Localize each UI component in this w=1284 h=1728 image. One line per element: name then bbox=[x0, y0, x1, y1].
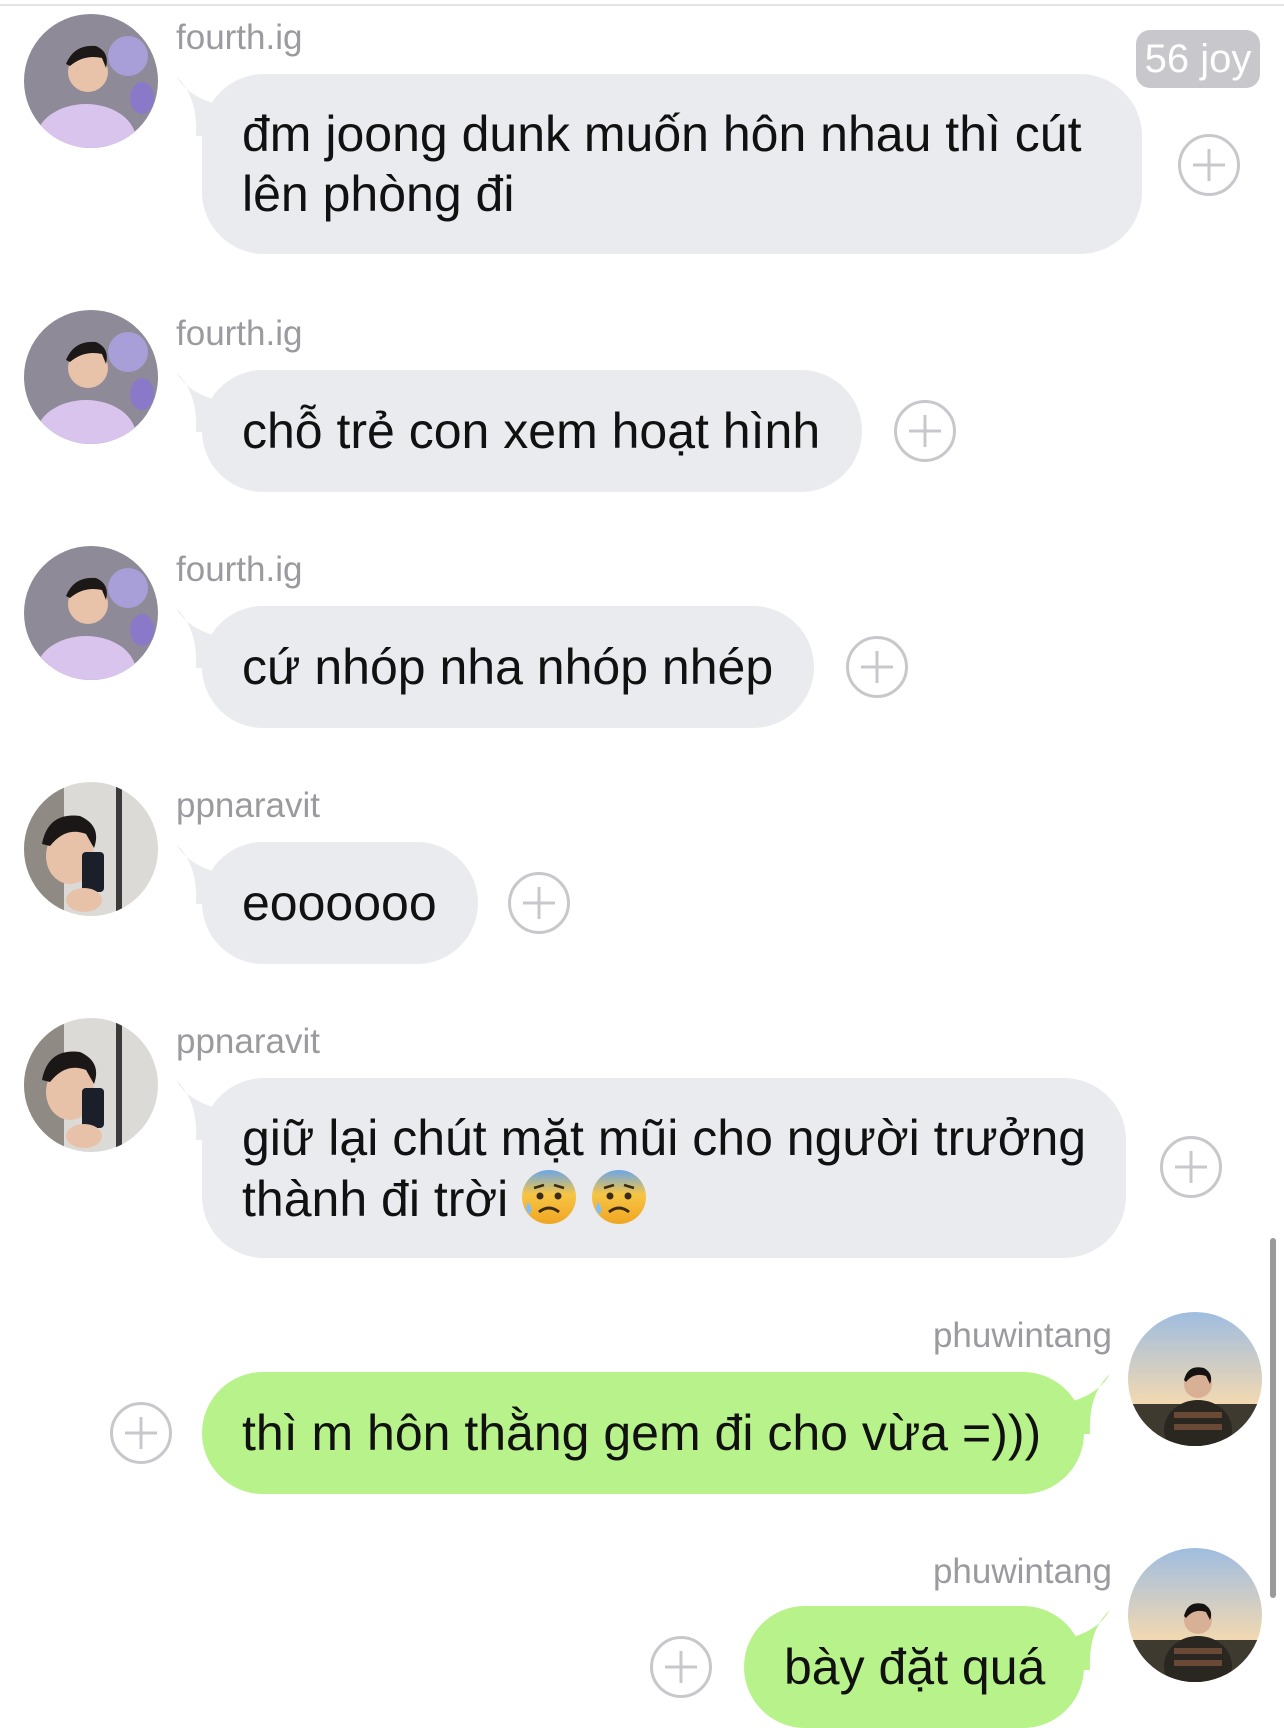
avatar-ppnaravit[interactable] bbox=[24, 782, 158, 916]
sender-name: phuwintang bbox=[932, 1316, 1112, 1355]
message-bubble[interactable]: đm joong dunk muốn hôn nhau thì cút lên … bbox=[202, 74, 1142, 254]
message-text-line: đm joong dunk muốn hôn nhau thì cút bbox=[242, 106, 1082, 162]
avatar-ppnaravit[interactable] bbox=[24, 1018, 158, 1152]
avatar-phuwintang[interactable] bbox=[1128, 1548, 1262, 1682]
anxious-face-with-sweat-emoji bbox=[520, 1168, 578, 1226]
avatar-fourth[interactable] bbox=[24, 546, 158, 680]
sender-name: ppnaravit bbox=[176, 1022, 320, 1061]
sender-name: fourth.ig bbox=[176, 314, 303, 353]
add-reaction-icon[interactable] bbox=[894, 400, 956, 462]
message-text-line: bày đặt quá bbox=[784, 1639, 1046, 1695]
add-reaction-icon[interactable] bbox=[1160, 1136, 1222, 1198]
message-text-line: thành đi trời bbox=[242, 1168, 648, 1229]
add-reaction-icon[interactable] bbox=[508, 872, 570, 934]
add-reaction-icon[interactable] bbox=[110, 1402, 172, 1464]
sender-name: fourth.ig bbox=[176, 18, 303, 57]
anxious-face-with-sweat-emoji bbox=[590, 1168, 648, 1226]
message-bubble[interactable]: giữ lại chút mặt mũi cho người trưởng th… bbox=[202, 1078, 1126, 1258]
add-reaction-icon[interactable] bbox=[846, 636, 908, 698]
message-bubble[interactable]: chỗ trẻ con xem hoạt hình bbox=[202, 370, 862, 492]
sender-name: ppnaravit bbox=[176, 786, 320, 825]
avatar-phuwintang[interactable] bbox=[1128, 1312, 1262, 1446]
participant-count-badge[interactable]: 56 joy bbox=[1136, 30, 1260, 88]
message-text-line: thì m hôn thằng gem đi cho vừa =))) bbox=[242, 1405, 1042, 1461]
message-text-fragment: thành đi trời bbox=[242, 1171, 509, 1227]
message-text-line: eoooooo bbox=[242, 875, 437, 931]
top-divider bbox=[0, 4, 1284, 6]
avatar-fourth[interactable] bbox=[24, 310, 158, 444]
message-bubble[interactable]: cứ nhóp nha nhóp nhép bbox=[202, 606, 814, 728]
message-bubble[interactable]: bày đặt quá bbox=[744, 1606, 1084, 1728]
sender-name: phuwintang bbox=[932, 1552, 1112, 1591]
message-text-line: chỗ trẻ con xem hoạt hình bbox=[242, 403, 821, 459]
message-text-line: cứ nhóp nha nhóp nhép bbox=[242, 639, 774, 695]
message-text-line: giữ lại chút mặt mũi cho người trưởng bbox=[242, 1110, 1087, 1166]
message-text-line: lên phòng đi bbox=[242, 166, 515, 222]
sender-name: fourth.ig bbox=[176, 550, 303, 589]
message-bubble[interactable]: thì m hôn thằng gem đi cho vừa =))) bbox=[202, 1372, 1084, 1494]
message-bubble[interactable]: eoooooo bbox=[202, 842, 478, 964]
add-reaction-icon[interactable] bbox=[650, 1636, 712, 1698]
add-reaction-icon[interactable] bbox=[1178, 134, 1240, 196]
avatar-fourth[interactable] bbox=[24, 14, 158, 148]
scrollbar[interactable] bbox=[1270, 1238, 1276, 1598]
